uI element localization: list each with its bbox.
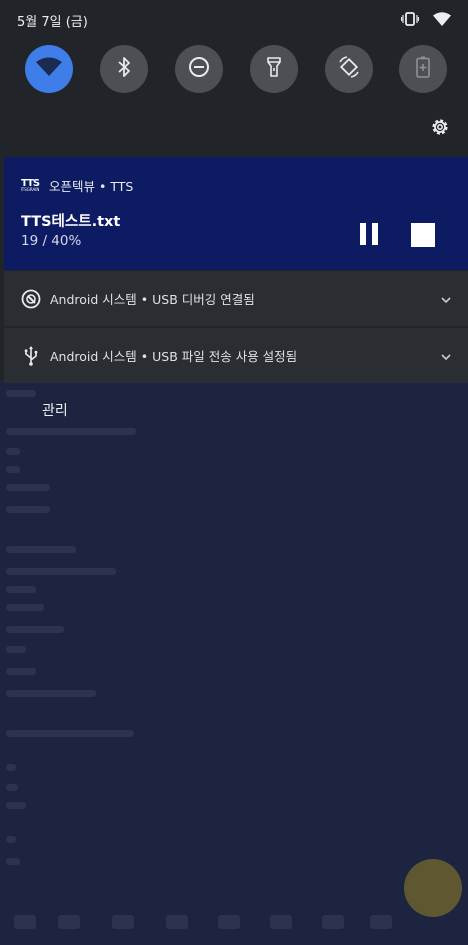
auto-rotate-icon	[337, 55, 361, 83]
vibrate-icon	[400, 11, 420, 30]
auto-rotate-tile[interactable]	[325, 45, 373, 93]
battery-saver-icon	[416, 56, 430, 82]
pause-button[interactable]	[356, 221, 380, 247]
media-progress: 19 / 40%	[21, 233, 82, 249]
notification-text: Android 시스템 • USB 파일 전송 사용 설정됨	[50, 349, 298, 364]
background-app-blurred	[0, 380, 468, 945]
notification-usb-file-transfer[interactable]: Android 시스템 • USB 파일 전송 사용 설정됨	[4, 328, 468, 383]
notification-text: Android 시스템 • USB 디버깅 연결됨	[50, 292, 255, 307]
chevron-down-icon[interactable]	[440, 346, 452, 365]
stop-button[interactable]	[411, 223, 435, 247]
battery-saver-tile[interactable]	[399, 45, 447, 93]
gear-icon	[429, 119, 451, 142]
wifi-icon	[36, 57, 62, 81]
manage-button[interactable]: 관리	[42, 400, 68, 420]
media-app-name: 오픈텍뷰 • TTS	[49, 178, 134, 194]
media-notification[interactable]: TTS ITSGRAIN 오픈텍뷰 • TTS TTS테스트.txt 19 / …	[4, 157, 468, 270]
do-not-disturb-tile[interactable]	[175, 45, 223, 93]
bluetooth-tile[interactable]	[100, 45, 148, 93]
flashlight-icon	[267, 56, 281, 82]
usb-icon	[20, 345, 42, 367]
stop-icon	[411, 223, 435, 247]
notification-usb-debugging[interactable]: Android 시스템 • USB 디버깅 연결됨	[4, 271, 468, 326]
pause-icon	[360, 223, 366, 245]
tts-app-logo: TTS ITSGRAIN	[20, 177, 40, 192]
wifi-tile[interactable]	[25, 45, 73, 93]
background-fab	[404, 859, 462, 917]
settings-button[interactable]	[429, 116, 451, 138]
usb-debug-icon	[20, 288, 42, 310]
status-date: 5월 7일 (금)	[17, 15, 88, 30]
status-bar: 5월 7일 (금)	[0, 0, 468, 40]
chevron-down-icon[interactable]	[440, 289, 452, 308]
quick-settings-tiles	[25, 45, 447, 95]
background-toolbar	[0, 885, 468, 945]
flashlight-tile[interactable]	[250, 45, 298, 93]
bluetooth-icon	[117, 56, 131, 82]
media-title: TTS테스트.txt	[21, 214, 121, 230]
do-not-disturb-icon	[188, 56, 210, 82]
wifi-signal-icon	[433, 11, 451, 30]
